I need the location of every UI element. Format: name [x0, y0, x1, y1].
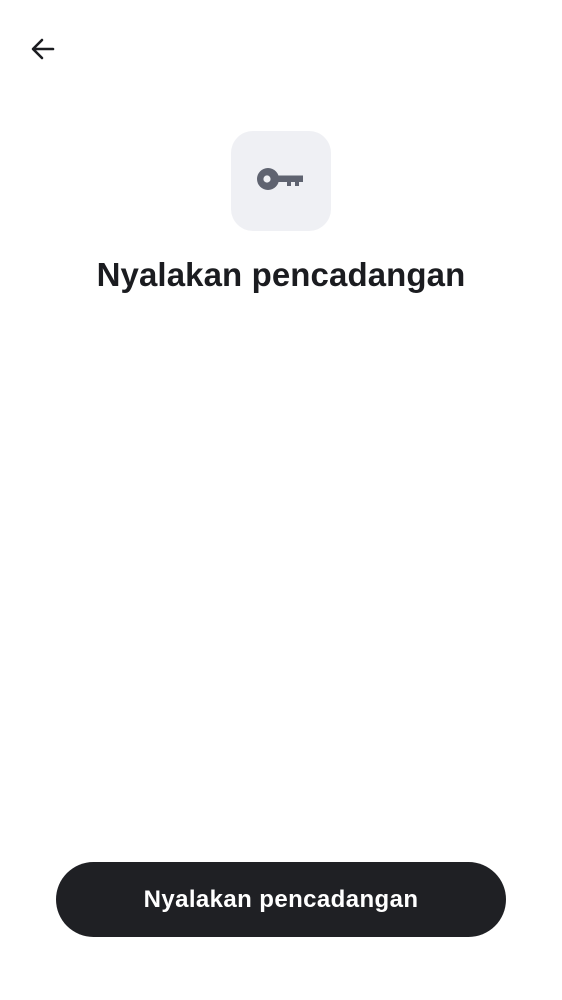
key-icon-tile [231, 131, 331, 231]
enable-backup-button[interactable]: Nyalakan pencadangan [56, 862, 506, 937]
page-title: Nyalakan pencadangan [96, 256, 466, 293]
key-icon [257, 165, 305, 198]
back-button[interactable] [22, 30, 64, 72]
arrow-left-icon [29, 35, 57, 68]
backup-setup-screen: Nyalakan pencadangan Nyalakan pencadanga… [0, 0, 562, 1000]
